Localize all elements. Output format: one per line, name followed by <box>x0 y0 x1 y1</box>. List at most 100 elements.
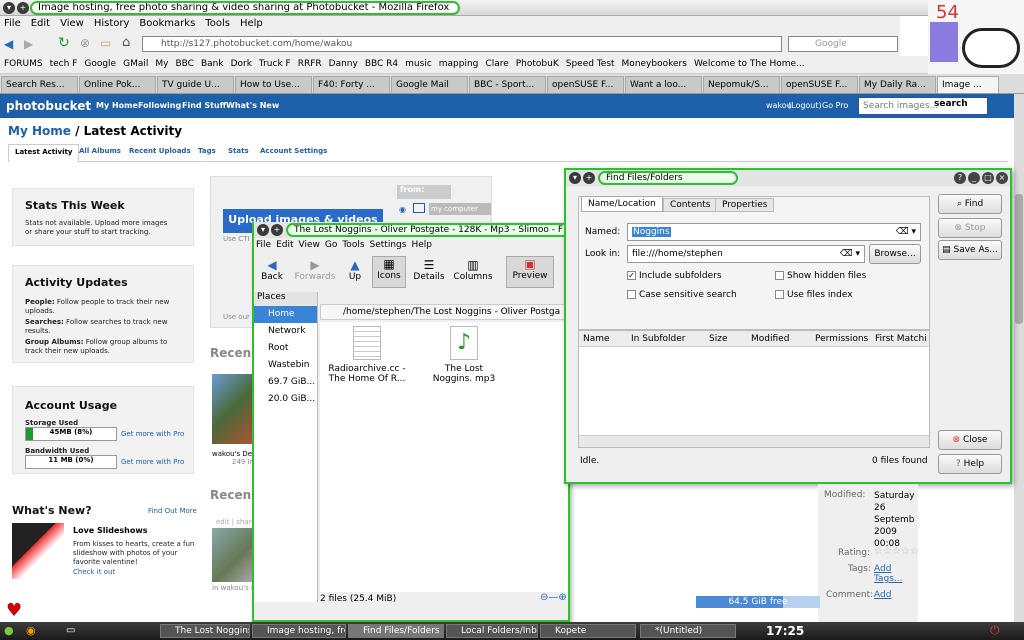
fm-icons-view-button[interactable]: ▦ Icons <box>372 256 406 288</box>
tab-name-location[interactable]: Name/Location <box>581 196 663 212</box>
fm-columns-view-button[interactable]: ▥ Columns <box>452 258 494 282</box>
place-drive[interactable]: 69.7 GiB... <box>254 374 317 391</box>
browser-tab-active[interactable]: Image ... <box>937 76 999 93</box>
page-scrollbar[interactable] <box>1014 94 1024 622</box>
bookmark-item[interactable]: Google <box>84 59 116 69</box>
start-menu-icon[interactable]: ● <box>4 624 14 637</box>
task-firefox[interactable]: Image hosting, fre <box>252 624 346 638</box>
tab-contents[interactable]: Contents <box>663 198 718 212</box>
close-icon[interactable]: × <box>996 172 1008 184</box>
fm-menu-settings[interactable]: Settings <box>370 240 407 250</box>
browser-tab[interactable]: Nepomuk/S... <box>703 76 780 93</box>
lookin-input[interactable]: file:///home/stephen ⌫ ▾ <box>627 245 865 263</box>
get-more-bandwidth-link[interactable]: Get more with Pro <box>121 458 184 466</box>
place-wastebin[interactable]: Wastebin <box>254 357 317 374</box>
bookmark-item[interactable]: PhotobuK <box>516 59 559 69</box>
col-name[interactable]: Name <box>583 331 610 346</box>
firefox-search-input[interactable]: Google <box>788 36 898 52</box>
browser-tab[interactable]: Want a loo... <box>625 76 702 93</box>
browser-tab[interactable]: Search Res... <box>1 76 78 93</box>
task-mail[interactable]: Local Folders/Inb <box>446 624 538 638</box>
power-icon[interactable]: ⏻ <box>990 623 1000 638</box>
browser-tab[interactable]: Google Mail <box>391 76 468 93</box>
browse-button[interactable]: Browse... <box>869 244 921 264</box>
folder-icon[interactable]: ▭ <box>100 36 111 50</box>
place-home[interactable]: Home <box>254 306 317 323</box>
window-menu-icon[interactable]: ▾ <box>569 172 581 184</box>
results-hscrollbar[interactable] <box>579 435 929 447</box>
menu-history[interactable]: History <box>94 18 130 29</box>
bookmark-item[interactable]: Moneybookers <box>622 59 687 69</box>
bookmark-item[interactable]: Danny <box>329 59 358 69</box>
album-caption[interactable]: wakou's De <box>212 450 252 458</box>
bookmark-item[interactable]: My <box>155 59 168 69</box>
bookmark-item[interactable]: Bank <box>201 59 224 69</box>
page-scrollbar-thumb[interactable] <box>1015 194 1023 324</box>
find-button[interactable]: ⌕ Find <box>938 194 1002 214</box>
include-subfolders-checkbox[interactable]: ✓ Include subfolders <box>627 271 722 281</box>
fm-back-button[interactable]: ◀ Back <box>260 258 284 282</box>
subtab-account-settings[interactable]: Account Settings <box>260 147 327 155</box>
subtab-latest-activity[interactable]: Latest Activity <box>8 144 80 162</box>
fm-path-bar[interactable]: /home/stephen/The Lost Noggins - Oliver … <box>320 304 568 320</box>
nav-whats-new[interactable]: What's New <box>226 101 279 110</box>
photobucket-search-button[interactable]: search <box>934 99 968 109</box>
url-bar[interactable]: http://s127.photobucket.com/home/wakou <box>142 36 782 52</box>
task-kopete[interactable]: Kopete <box>540 624 636 638</box>
browser-tab[interactable]: My Daily Ra... <box>859 76 936 93</box>
file-item[interactable]: Radioarchive.cc - The Home Of R... <box>328 326 406 384</box>
browser-tab[interactable]: openSUSE F... <box>547 76 624 93</box>
bookmark-item[interactable]: BBC <box>175 59 193 69</box>
photobucket-search-input[interactable]: Search images... <box>858 97 988 115</box>
browser-tab[interactable]: How to Use... <box>235 76 312 93</box>
fm-menu-help[interactable]: Help <box>411 240 432 250</box>
clock[interactable]: 17:25 <box>766 624 804 638</box>
bookmark-item[interactable]: GMail <box>123 59 148 69</box>
edit-share-links[interactable]: edit | share <box>216 518 256 526</box>
close-button[interactable]: ⊗ Close <box>938 430 1002 450</box>
fm-details-view-button[interactable]: ☰ Details <box>412 258 446 282</box>
stop-button[interactable]: ⊗ Stop <box>938 218 1002 238</box>
fm-menu-edit[interactable]: Edit <box>276 240 293 250</box>
terminal-launcher-icon[interactable]: ▭ <box>66 625 75 636</box>
stop-icon[interactable]: ⊗ <box>80 36 90 50</box>
task-untitled[interactable]: *(Untitled) <box>640 624 736 638</box>
task-file-manager[interactable]: The Lost Noggins <box>160 624 250 638</box>
nav-my-home[interactable]: My Home <box>96 101 138 110</box>
bookmark-item[interactable]: RRFR <box>298 59 322 69</box>
fm-up-button[interactable]: ▲ Up <box>344 258 366 282</box>
logout-link[interactable]: (Logout) <box>788 101 822 110</box>
help-button[interactable]: ? Help <box>938 454 1002 474</box>
menu-file[interactable]: File <box>4 18 21 29</box>
menu-help[interactable]: Help <box>240 18 263 29</box>
zoom-slider-icon[interactable]: ⊖—⊕ <box>540 592 567 603</box>
pin-icon[interactable]: + <box>271 224 283 236</box>
col-modified[interactable]: Modified <box>751 331 789 346</box>
fm-menu-go[interactable]: Go <box>325 240 337 250</box>
subtab-recent-uploads[interactable]: Recent Uploads <box>129 147 191 155</box>
menu-edit[interactable]: Edit <box>31 18 50 29</box>
help-titlebar-icon[interactable]: ? <box>954 172 966 184</box>
col-first-match[interactable]: First Matchi <box>875 331 927 346</box>
window-menu-icon[interactable]: ▾ <box>3 2 15 14</box>
go-pro-link[interactable]: Go Pro <box>822 101 848 110</box>
nav-following[interactable]: Following <box>138 101 181 110</box>
file-item[interactable]: ♪ The Lost Noggins. mp3 <box>424 326 504 384</box>
bookmark-item[interactable]: Welcome to The Home... <box>694 59 805 69</box>
browser-tab[interactable]: openSUSE F... <box>781 76 858 93</box>
from-computer-option[interactable]: my computer <box>429 203 491 215</box>
bookmark-item[interactable]: mapping <box>439 59 479 69</box>
tab-properties[interactable]: Properties <box>715 198 775 212</box>
browser-tab[interactable]: Online Pok... <box>79 76 156 93</box>
menu-tools[interactable]: Tools <box>205 18 230 29</box>
pin-icon[interactable]: + <box>583 172 595 184</box>
pin-icon[interactable]: + <box>17 2 29 14</box>
subtab-all-albums[interactable]: All Albums <box>79 147 121 155</box>
nav-find-stuff[interactable]: Find Stuff <box>182 101 226 110</box>
col-in-subfolder[interactable]: In Subfolder <box>631 331 685 346</box>
browser-tab[interactable]: F40: Forty ... <box>313 76 390 93</box>
fm-menu-view[interactable]: View <box>299 240 320 250</box>
bookmark-item[interactable]: tech F <box>50 59 78 69</box>
home-icon[interactable]: ⌂ <box>122 35 130 50</box>
breadcrumb-home[interactable]: My Home <box>8 124 71 138</box>
